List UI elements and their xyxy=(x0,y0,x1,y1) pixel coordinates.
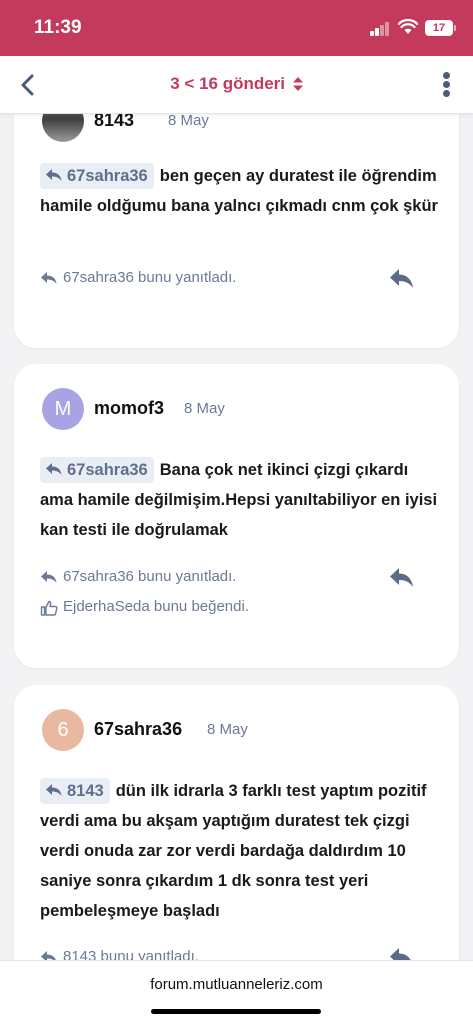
quote-chip[interactable]: 67sahra36 xyxy=(40,163,154,189)
post-card: 8143 8 May 67sahra36 ben geçen ay durates… xyxy=(14,114,459,348)
quote-user: 8143 xyxy=(67,782,104,800)
post-author: M momof3 8 May xyxy=(42,388,442,430)
topic-header: 3 < 16 gönderi xyxy=(0,56,473,114)
post-author: 6 67sahra36 8 May xyxy=(42,709,442,751)
post-body: 8143 dün ilk idrarla 3 farklı test yaptım… xyxy=(40,776,440,926)
post-counter-label: 3 < 16 gönderi xyxy=(170,74,286,93)
reply-button[interactable] xyxy=(389,947,415,960)
quote-user: 67sahra36 xyxy=(67,461,148,479)
battery-icon: 17 xyxy=(425,20,456,36)
post-feed[interactable]: 8143 8 May 67sahra36 ben geçen ay durates… xyxy=(0,114,473,960)
reply-arrow-icon xyxy=(41,571,57,583)
reply-button[interactable] xyxy=(389,567,415,589)
quote-user: 67sahra36 xyxy=(67,167,148,185)
replied-by-text: 67sahra36 bunu yanıtladı. xyxy=(63,568,237,585)
status-bar: 11:39 17 xyxy=(0,0,473,56)
avatar[interactable]: M xyxy=(42,388,84,430)
post-body: 67sahra36 ben geçen ay duratest ile öğren… xyxy=(40,161,440,221)
replied-by-text: 8143 bunu yanıtladı. xyxy=(63,948,199,960)
avatar[interactable] xyxy=(42,114,84,142)
post-date: 8 May xyxy=(207,721,248,738)
status-time: 11:39 xyxy=(34,17,82,38)
home-indicator[interactable] xyxy=(151,1009,321,1014)
username[interactable]: 67sahra36 xyxy=(94,719,182,740)
quote-chip[interactable]: 67sahra36 xyxy=(40,457,154,483)
post-counter[interactable]: 3 < 16 gönderi xyxy=(0,74,473,94)
avatar[interactable]: 6 xyxy=(42,709,84,751)
post-card: M momof3 8 May 67sahra36 Bana çok net iki… xyxy=(14,364,459,668)
cellular-signal-icon xyxy=(370,22,390,36)
post-card: 6 67sahra36 8 May 8143 dün ilk idrarla 3 … xyxy=(14,685,459,960)
reply-arrow-icon xyxy=(46,784,62,796)
reply-arrow-icon xyxy=(41,951,56,960)
wifi-icon xyxy=(398,19,418,34)
username[interactable]: 8143 xyxy=(94,114,134,131)
more-options-button[interactable] xyxy=(438,70,456,100)
post-date: 8 May xyxy=(168,114,209,129)
thumbs-up-icon xyxy=(40,600,58,616)
post-date: 8 May xyxy=(184,400,225,417)
reply-arrow-icon xyxy=(46,463,62,475)
reply-button[interactable] xyxy=(389,268,415,290)
username[interactable]: momof3 xyxy=(94,398,164,419)
liked-by-text: EjderhaSeda bunu beğendi. xyxy=(63,598,249,615)
site-url[interactable]: forum.mutluanneleriz.com xyxy=(0,976,473,993)
replied-by-text: 67sahra36 bunu yanıtladı. xyxy=(63,269,237,286)
sort-arrows-icon xyxy=(292,76,303,91)
post-body: 67sahra36 Bana çok net ikinci çizgi çıkar… xyxy=(40,455,440,545)
browser-bottom-bar: forum.mutluanneleriz.com xyxy=(0,960,473,1024)
reply-arrow-icon xyxy=(41,272,57,284)
post-author: 8143 8 May xyxy=(42,114,442,142)
battery-level: 17 xyxy=(432,22,446,34)
reply-arrow-icon xyxy=(46,169,62,181)
quote-chip[interactable]: 8143 xyxy=(40,778,110,804)
